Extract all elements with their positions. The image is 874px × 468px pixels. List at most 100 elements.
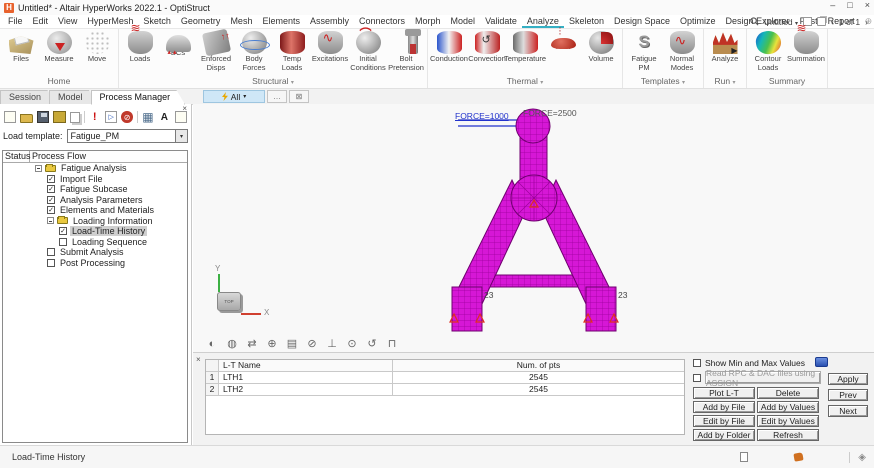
ribbon-analyze[interactable]: Analyze	[706, 29, 744, 75]
menu-optimize[interactable]: Optimize	[675, 15, 721, 28]
ribbon-body-forces[interactable]: Body Forces	[235, 29, 273, 75]
tab-process-manager[interactable]: Process Manager	[91, 90, 186, 105]
ribbon-measure[interactable]: Measure	[40, 29, 78, 75]
menu-validate[interactable]: Validate	[480, 15, 522, 28]
render-style-icon[interactable]: ◍	[225, 337, 239, 350]
import-process-icon[interactable]	[53, 111, 65, 123]
checkbox-checked[interactable]: ✓	[47, 175, 55, 183]
tree-item-analysis-parameters[interactable]: ✓Analysis Parameters	[3, 195, 187, 206]
session-doc-icon[interactable]	[740, 452, 748, 462]
rotate-view-icon[interactable]: ↺	[365, 337, 379, 350]
menu-morph[interactable]: Morph	[410, 15, 446, 28]
graphics-viewport[interactable]: FORCE=1000 FORCE=2500 23 23 Y TOP X ◐ ◍ …	[193, 104, 874, 352]
page-next-button[interactable]: ›	[865, 17, 868, 27]
ribbon-files[interactable]: Files	[2, 29, 40, 75]
tab-session[interactable]: Session	[0, 90, 56, 105]
panel-close-icon[interactable]: ×	[196, 355, 201, 364]
entity-fit-button[interactable]: ⊠	[289, 90, 309, 103]
collapse-icon[interactable]	[35, 165, 42, 172]
table-view-icon[interactable]: ▦	[142, 111, 154, 123]
add-by-folder-button[interactable]: Add by Folder	[693, 429, 755, 441]
plot-lt-button[interactable]: Plot L-T	[693, 387, 755, 399]
tab-model[interactable]: Model	[49, 90, 98, 105]
close-button[interactable]: ×	[865, 0, 870, 10]
ribbon-temp-loads[interactable]: Temp Loads	[273, 29, 311, 75]
ribbon-temperature[interactable]: Temperature	[506, 29, 544, 75]
ribbon-convection[interactable]: Convection	[468, 29, 506, 75]
ribbon-volume[interactable]: Volume	[582, 29, 620, 75]
validate-icon[interactable]: !	[89, 111, 101, 123]
checkbox-checked[interactable]: ✓	[59, 227, 67, 235]
copy-process-icon[interactable]	[70, 112, 80, 123]
show-minmax-checkbox[interactable]	[693, 359, 701, 367]
menu-view[interactable]: View	[53, 15, 82, 28]
ribbon-excitations[interactable]: Excitations	[311, 29, 349, 75]
magnify-icon[interactable]: ⊙	[345, 337, 359, 350]
ribbon-conduction[interactable]: Conduction	[430, 29, 468, 75]
tree-item-post-processing[interactable]: Post Processing	[3, 258, 187, 269]
pan-icon[interactable]: ⇄	[245, 337, 259, 350]
ribbon-contour-loads[interactable]: Contour Loads	[749, 29, 787, 75]
menu-skeleton[interactable]: Skeleton	[564, 15, 609, 28]
ribbon-initial-conditions[interactable]: Initial Conditions	[349, 29, 387, 75]
tree-item-fatigue-subcase[interactable]: ✓Fatigue Subcase	[3, 184, 187, 195]
collapse-icon[interactable]	[47, 217, 54, 224]
view-mode-icon[interactable]: ◐	[205, 337, 219, 350]
ribbon-summation[interactable]: Summation	[787, 29, 825, 75]
checkbox-checked[interactable]: ✓	[47, 185, 55, 193]
checkbox-checked[interactable]: ✓	[47, 196, 55, 204]
entity-more-button[interactable]: …	[267, 90, 287, 103]
tree-item-submit-analysis[interactable]: Submit Analysis	[3, 247, 187, 258]
minimize-button[interactable]: –	[830, 0, 835, 10]
ribbon-bcs[interactable]: BCs	[159, 29, 197, 75]
ribbon-bolt-pretension[interactable]: Bolt Pretension	[387, 29, 425, 75]
menu-mesh[interactable]: Mesh	[225, 15, 257, 28]
tree-item-loading-sequence[interactable]: Loading Sequence	[3, 237, 187, 248]
load-template-select[interactable]: Fatigue_PM ▾	[67, 129, 188, 143]
edit-by-values-button[interactable]: Edit by Values	[757, 415, 819, 427]
session-name[interactable]: Untitled ▾	[764, 17, 798, 27]
save-process-icon[interactable]	[37, 111, 49, 123]
model-status-icon[interactable]	[794, 452, 804, 461]
entity-filter-dropdown[interactable]: All ▾	[203, 90, 265, 103]
menu-geometry[interactable]: Geometry	[176, 15, 226, 28]
add-by-file-button[interactable]: Add by File	[693, 401, 755, 413]
edit-by-file-button[interactable]: Edit by File	[693, 415, 755, 427]
ribbon-fatigue-pm[interactable]: SFatigue PM	[625, 29, 663, 75]
ribbon-move[interactable]: Move	[78, 29, 116, 75]
menu-elements[interactable]: Elements	[257, 15, 305, 28]
checkbox-checked[interactable]: ✓	[47, 206, 55, 214]
view-cube[interactable]: TOP	[217, 292, 241, 311]
display-options-icon[interactable]: ▤	[285, 337, 299, 350]
next-button[interactable]: Next	[828, 405, 868, 417]
add-by-values-button[interactable]: Add by Values	[757, 401, 819, 413]
mask-icon[interactable]: ⊘	[305, 337, 319, 350]
read-rpc-checkbox[interactable]	[693, 374, 701, 382]
open-process-icon[interactable]	[20, 114, 32, 123]
search-icon[interactable]	[750, 17, 759, 26]
menu-assembly[interactable]: Assembly	[305, 15, 354, 28]
prev-button[interactable]: Prev	[828, 389, 868, 401]
tree-item-fatigue-analysis[interactable]: Fatigue Analysis	[3, 163, 187, 174]
new-process-icon[interactable]	[4, 111, 16, 123]
menu-file[interactable]: File	[3, 15, 28, 28]
lock-view-icon[interactable]: ⊓	[385, 337, 399, 350]
zoom-fit-icon[interactable]: ⊕	[265, 337, 279, 350]
refresh-button[interactable]: Refresh	[757, 429, 819, 441]
apply-button[interactable]: Apply	[828, 373, 868, 385]
checkbox-unchecked[interactable]	[59, 238, 67, 246]
tree-item-elements-and-materials[interactable]: ✓Elements and Materials	[3, 205, 187, 216]
nav-diamond-icon[interactable]: ◈	[849, 452, 866, 463]
delete-button[interactable]: Delete	[757, 387, 819, 399]
text-view-icon[interactable]: A	[158, 111, 170, 123]
menu-edit[interactable]: Edit	[28, 15, 54, 28]
page-prev-button[interactable]: ‹	[831, 17, 834, 27]
triad-icon[interactable]: ⊥	[325, 337, 339, 350]
ribbon-enforced-disps[interactable]: Enforced Disps	[197, 29, 235, 75]
table-row[interactable]: 2 LTH2 2545	[206, 384, 684, 396]
table-row[interactable]: 1 LTH1 2545	[206, 372, 684, 384]
maximize-button[interactable]: □	[847, 0, 852, 10]
update-icon[interactable]: ▷	[105, 111, 117, 123]
menu-model[interactable]: Model	[446, 15, 481, 28]
checkbox-unchecked[interactable]	[47, 248, 55, 256]
